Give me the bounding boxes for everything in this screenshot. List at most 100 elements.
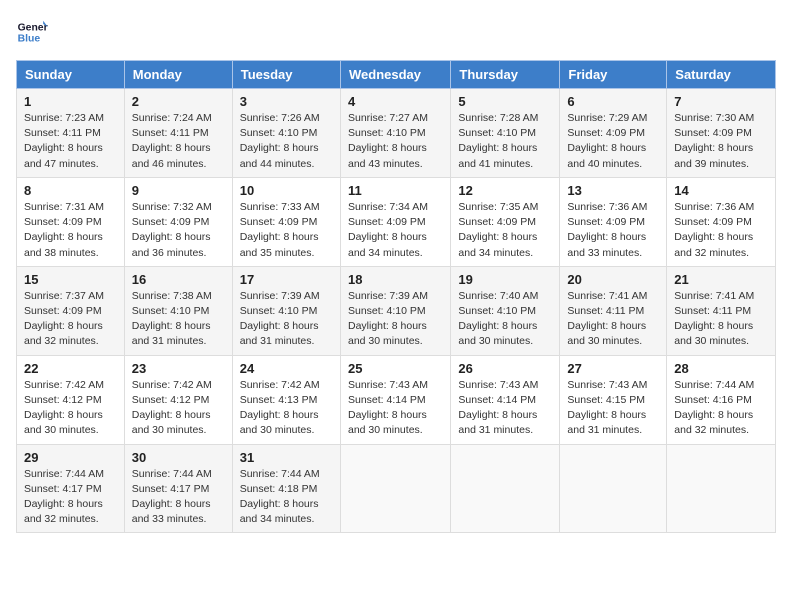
day-info: Sunrise: 7:27 AMSunset: 4:10 PMDaylight:… [348,111,443,172]
day-cell: 23Sunrise: 7:42 AMSunset: 4:12 PMDayligh… [124,355,232,444]
day-cell: 3 Sunrise: 7:26 AMSunset: 4:10 PMDaylight… [232,89,340,178]
day-number: 19 [458,272,552,287]
day-info: Sunrise: 7:31 AMSunset: 4:09 PMDaylight:… [24,200,117,261]
day-info: Sunrise: 7:36 AMSunset: 4:09 PMDaylight:… [567,200,659,261]
day-number: 31 [240,450,333,465]
day-info: Sunrise: 7:34 AMSunset: 4:09 PMDaylight:… [348,200,443,261]
day-cell: 16 Sunrise: 7:38 AMSunset: 4:10 PMDayligh… [124,266,232,355]
day-number: 12 [458,183,552,198]
day-cell: 9 Sunrise: 7:32 AMSunset: 4:09 PMDaylight… [124,177,232,266]
calendar-week-row: 22Sunrise: 7:42 AMSunset: 4:12 PMDayligh… [17,355,776,444]
day-cell: 11 Sunrise: 7:34 AMSunset: 4:09 PMDayligh… [340,177,450,266]
day-of-week-header: Saturday [667,61,776,89]
day-number: 24 [240,361,333,376]
day-number: 11 [348,183,443,198]
day-number: 6 [567,94,659,109]
day-cell: 4 Sunrise: 7:27 AMSunset: 4:10 PMDaylight… [340,89,450,178]
day-cell: 28Sunrise: 7:44 AMSunset: 4:16 PMDayligh… [667,355,776,444]
svg-text:Blue: Blue [18,34,41,45]
day-cell: 30 Sunrise: 7:44 AMSunset: 4:17 PMDayligh… [124,444,232,533]
day-number: 16 [132,272,225,287]
day-number: 15 [24,272,117,287]
day-info: Sunrise: 7:33 AMSunset: 4:09 PMDaylight:… [240,200,333,261]
day-info: Sunrise: 7:43 AMSunset: 4:15 PMDaylight:… [567,378,659,439]
day-number: 28 [674,361,768,376]
day-number: 14 [674,183,768,198]
day-info: Sunrise: 7:32 AMSunset: 4:09 PMDaylight:… [132,200,225,261]
day-cell: 18Sunrise: 7:39 AMSunset: 4:10 PMDayligh… [340,266,450,355]
day-cell: 5Sunrise: 7:28 AMSunset: 4:10 PMDaylight… [451,89,560,178]
day-info: Sunrise: 7:44 AMSunset: 4:17 PMDaylight:… [132,467,225,528]
day-of-week-header: Friday [560,61,667,89]
day-number: 5 [458,94,552,109]
day-of-week-header: Tuesday [232,61,340,89]
day-info: Sunrise: 7:41 AMSunset: 4:11 PMDaylight:… [567,289,659,350]
day-cell: 1 Sunrise: 7:23 AMSunset: 4:11 PMDaylight… [17,89,125,178]
day-cell: 27 Sunrise: 7:43 AMSunset: 4:15 PMDayligh… [560,355,667,444]
calendar-week-row: 29 Sunrise: 7:44 AMSunset: 4:17 PMDayligh… [17,444,776,533]
day-cell: 10 Sunrise: 7:33 AMSunset: 4:09 PMDayligh… [232,177,340,266]
day-of-week-header: Sunday [17,61,125,89]
day-number: 13 [567,183,659,198]
page-header: General Blue [16,16,776,48]
day-cell: 13 Sunrise: 7:36 AMSunset: 4:09 PMDayligh… [560,177,667,266]
day-cell: 26 Sunrise: 7:43 AMSunset: 4:14 PMDayligh… [451,355,560,444]
day-info: Sunrise: 7:36 AMSunset: 4:09 PMDaylight:… [674,200,768,261]
day-cell: 24 Sunrise: 7:42 AMSunset: 4:13 PMDayligh… [232,355,340,444]
empty-day-cell [667,444,776,533]
day-number: 17 [240,272,333,287]
day-info: Sunrise: 7:23 AMSunset: 4:11 PMDaylight:… [24,111,117,172]
day-cell: 31Sunrise: 7:44 AMSunset: 4:18 PMDayligh… [232,444,340,533]
day-number: 26 [458,361,552,376]
calendar-table: SundayMondayTuesdayWednesdayThursdayFrid… [16,60,776,533]
day-number: 7 [674,94,768,109]
day-info: Sunrise: 7:24 AMSunset: 4:11 PMDaylight:… [132,111,225,172]
day-info: Sunrise: 7:35 AMSunset: 4:09 PMDaylight:… [458,200,552,261]
empty-day-cell [560,444,667,533]
day-number: 3 [240,94,333,109]
calendar-header-row: SundayMondayTuesdayWednesdayThursdayFrid… [17,61,776,89]
calendar-week-row: 8 Sunrise: 7:31 AMSunset: 4:09 PMDaylight… [17,177,776,266]
day-info: Sunrise: 7:37 AMSunset: 4:09 PMDaylight:… [24,289,117,350]
day-cell: 6 Sunrise: 7:29 AMSunset: 4:09 PMDaylight… [560,89,667,178]
day-number: 29 [24,450,117,465]
day-info: Sunrise: 7:38 AMSunset: 4:10 PMDaylight:… [132,289,225,350]
empty-day-cell [451,444,560,533]
day-cell: 15 Sunrise: 7:37 AMSunset: 4:09 PMDayligh… [17,266,125,355]
day-number: 9 [132,183,225,198]
day-number: 23 [132,361,225,376]
day-info: Sunrise: 7:39 AMSunset: 4:10 PMDaylight:… [240,289,333,350]
day-cell: 2Sunrise: 7:24 AMSunset: 4:11 PMDaylight… [124,89,232,178]
day-number: 27 [567,361,659,376]
day-number: 25 [348,361,443,376]
day-cell: 22Sunrise: 7:42 AMSunset: 4:12 PMDayligh… [17,355,125,444]
day-info: Sunrise: 7:42 AMSunset: 4:13 PMDaylight:… [240,378,333,439]
calendar-week-row: 15 Sunrise: 7:37 AMSunset: 4:09 PMDayligh… [17,266,776,355]
day-info: Sunrise: 7:39 AMSunset: 4:10 PMDaylight:… [348,289,443,350]
day-info: Sunrise: 7:43 AMSunset: 4:14 PMDaylight:… [348,378,443,439]
day-cell: 8 Sunrise: 7:31 AMSunset: 4:09 PMDaylight… [17,177,125,266]
day-number: 30 [132,450,225,465]
day-cell: 21 Sunrise: 7:41 AMSunset: 4:11 PMDayligh… [667,266,776,355]
day-number: 20 [567,272,659,287]
day-cell: 17 Sunrise: 7:39 AMSunset: 4:10 PMDayligh… [232,266,340,355]
day-info: Sunrise: 7:26 AMSunset: 4:10 PMDaylight:… [240,111,333,172]
day-number: 21 [674,272,768,287]
day-cell: 14 Sunrise: 7:36 AMSunset: 4:09 PMDayligh… [667,177,776,266]
logo: General Blue [16,16,48,48]
day-cell: 25 Sunrise: 7:43 AMSunset: 4:14 PMDayligh… [340,355,450,444]
day-number: 10 [240,183,333,198]
day-number: 8 [24,183,117,198]
day-cell: 19 Sunrise: 7:40 AMSunset: 4:10 PMDayligh… [451,266,560,355]
day-info: Sunrise: 7:43 AMSunset: 4:14 PMDaylight:… [458,378,552,439]
day-info: Sunrise: 7:44 AMSunset: 4:17 PMDaylight:… [24,467,117,528]
calendar-week-row: 1 Sunrise: 7:23 AMSunset: 4:11 PMDaylight… [17,89,776,178]
day-of-week-header: Thursday [451,61,560,89]
day-number: 4 [348,94,443,109]
empty-day-cell [340,444,450,533]
day-info: Sunrise: 7:29 AMSunset: 4:09 PMDaylight:… [567,111,659,172]
day-info: Sunrise: 7:40 AMSunset: 4:10 PMDaylight:… [458,289,552,350]
day-number: 1 [24,94,117,109]
day-of-week-header: Monday [124,61,232,89]
day-info: Sunrise: 7:41 AMSunset: 4:11 PMDaylight:… [674,289,768,350]
